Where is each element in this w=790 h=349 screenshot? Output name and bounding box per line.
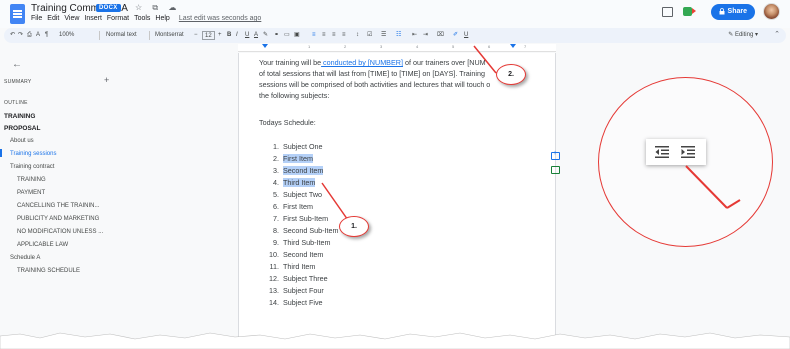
annotation-arrows (321, 45, 741, 224)
arrow-to-indent-buttons (473, 45, 497, 74)
arrow-to-zoom-box (685, 165, 728, 209)
callout-2: 2. (496, 64, 526, 85)
arrow-accent (726, 199, 741, 209)
torn-edge (0, 332, 790, 349)
callout-1: 1. (339, 216, 369, 237)
